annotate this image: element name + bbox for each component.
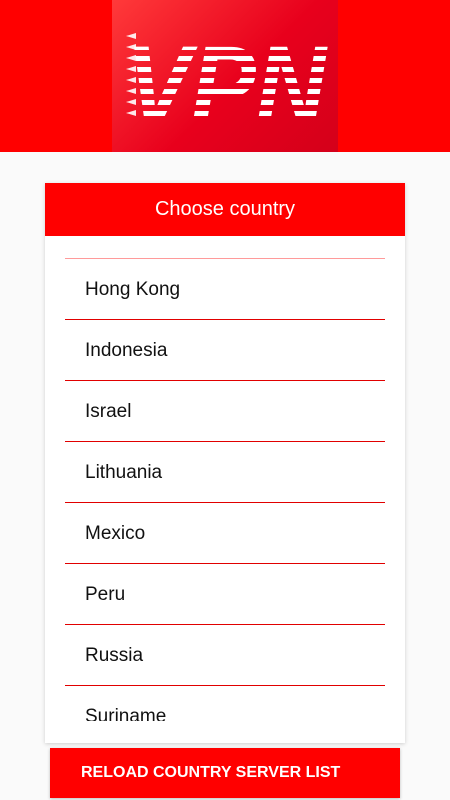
- vpn-logo: VPN: [112, 0, 338, 152]
- country-item[interactable]: Russia: [65, 625, 385, 686]
- country-item[interactable]: Suriname: [65, 686, 385, 721]
- dialog-title: Choose country: [45, 183, 405, 236]
- country-list-items: Hong Kong Indonesia Israel Lithuania Mexico P…: [65, 258, 385, 721]
- vpn-logo-graphic: VPN: [126, 33, 328, 116]
- country-item[interactable]: Mexico: [65, 503, 385, 564]
- choose-country-dialog: Choose country Hong Kong Indonesia Israel L…: [45, 183, 405, 743]
- reload-country-server-list-button[interactable]: RELOAD COUNTRY SERVER LIST: [50, 748, 400, 798]
- country-item[interactable]: Lithuania: [65, 442, 385, 503]
- country-list[interactable]: Hong Kong Indonesia Israel Lithuania Mexico P…: [45, 236, 405, 721]
- country-item[interactable]: Peru: [65, 564, 385, 625]
- country-item[interactable]: Indonesia: [65, 320, 385, 381]
- app-header: VPN: [0, 0, 450, 152]
- country-item[interactable]: Hong Kong: [65, 259, 385, 320]
- country-item[interactable]: Israel: [65, 381, 385, 442]
